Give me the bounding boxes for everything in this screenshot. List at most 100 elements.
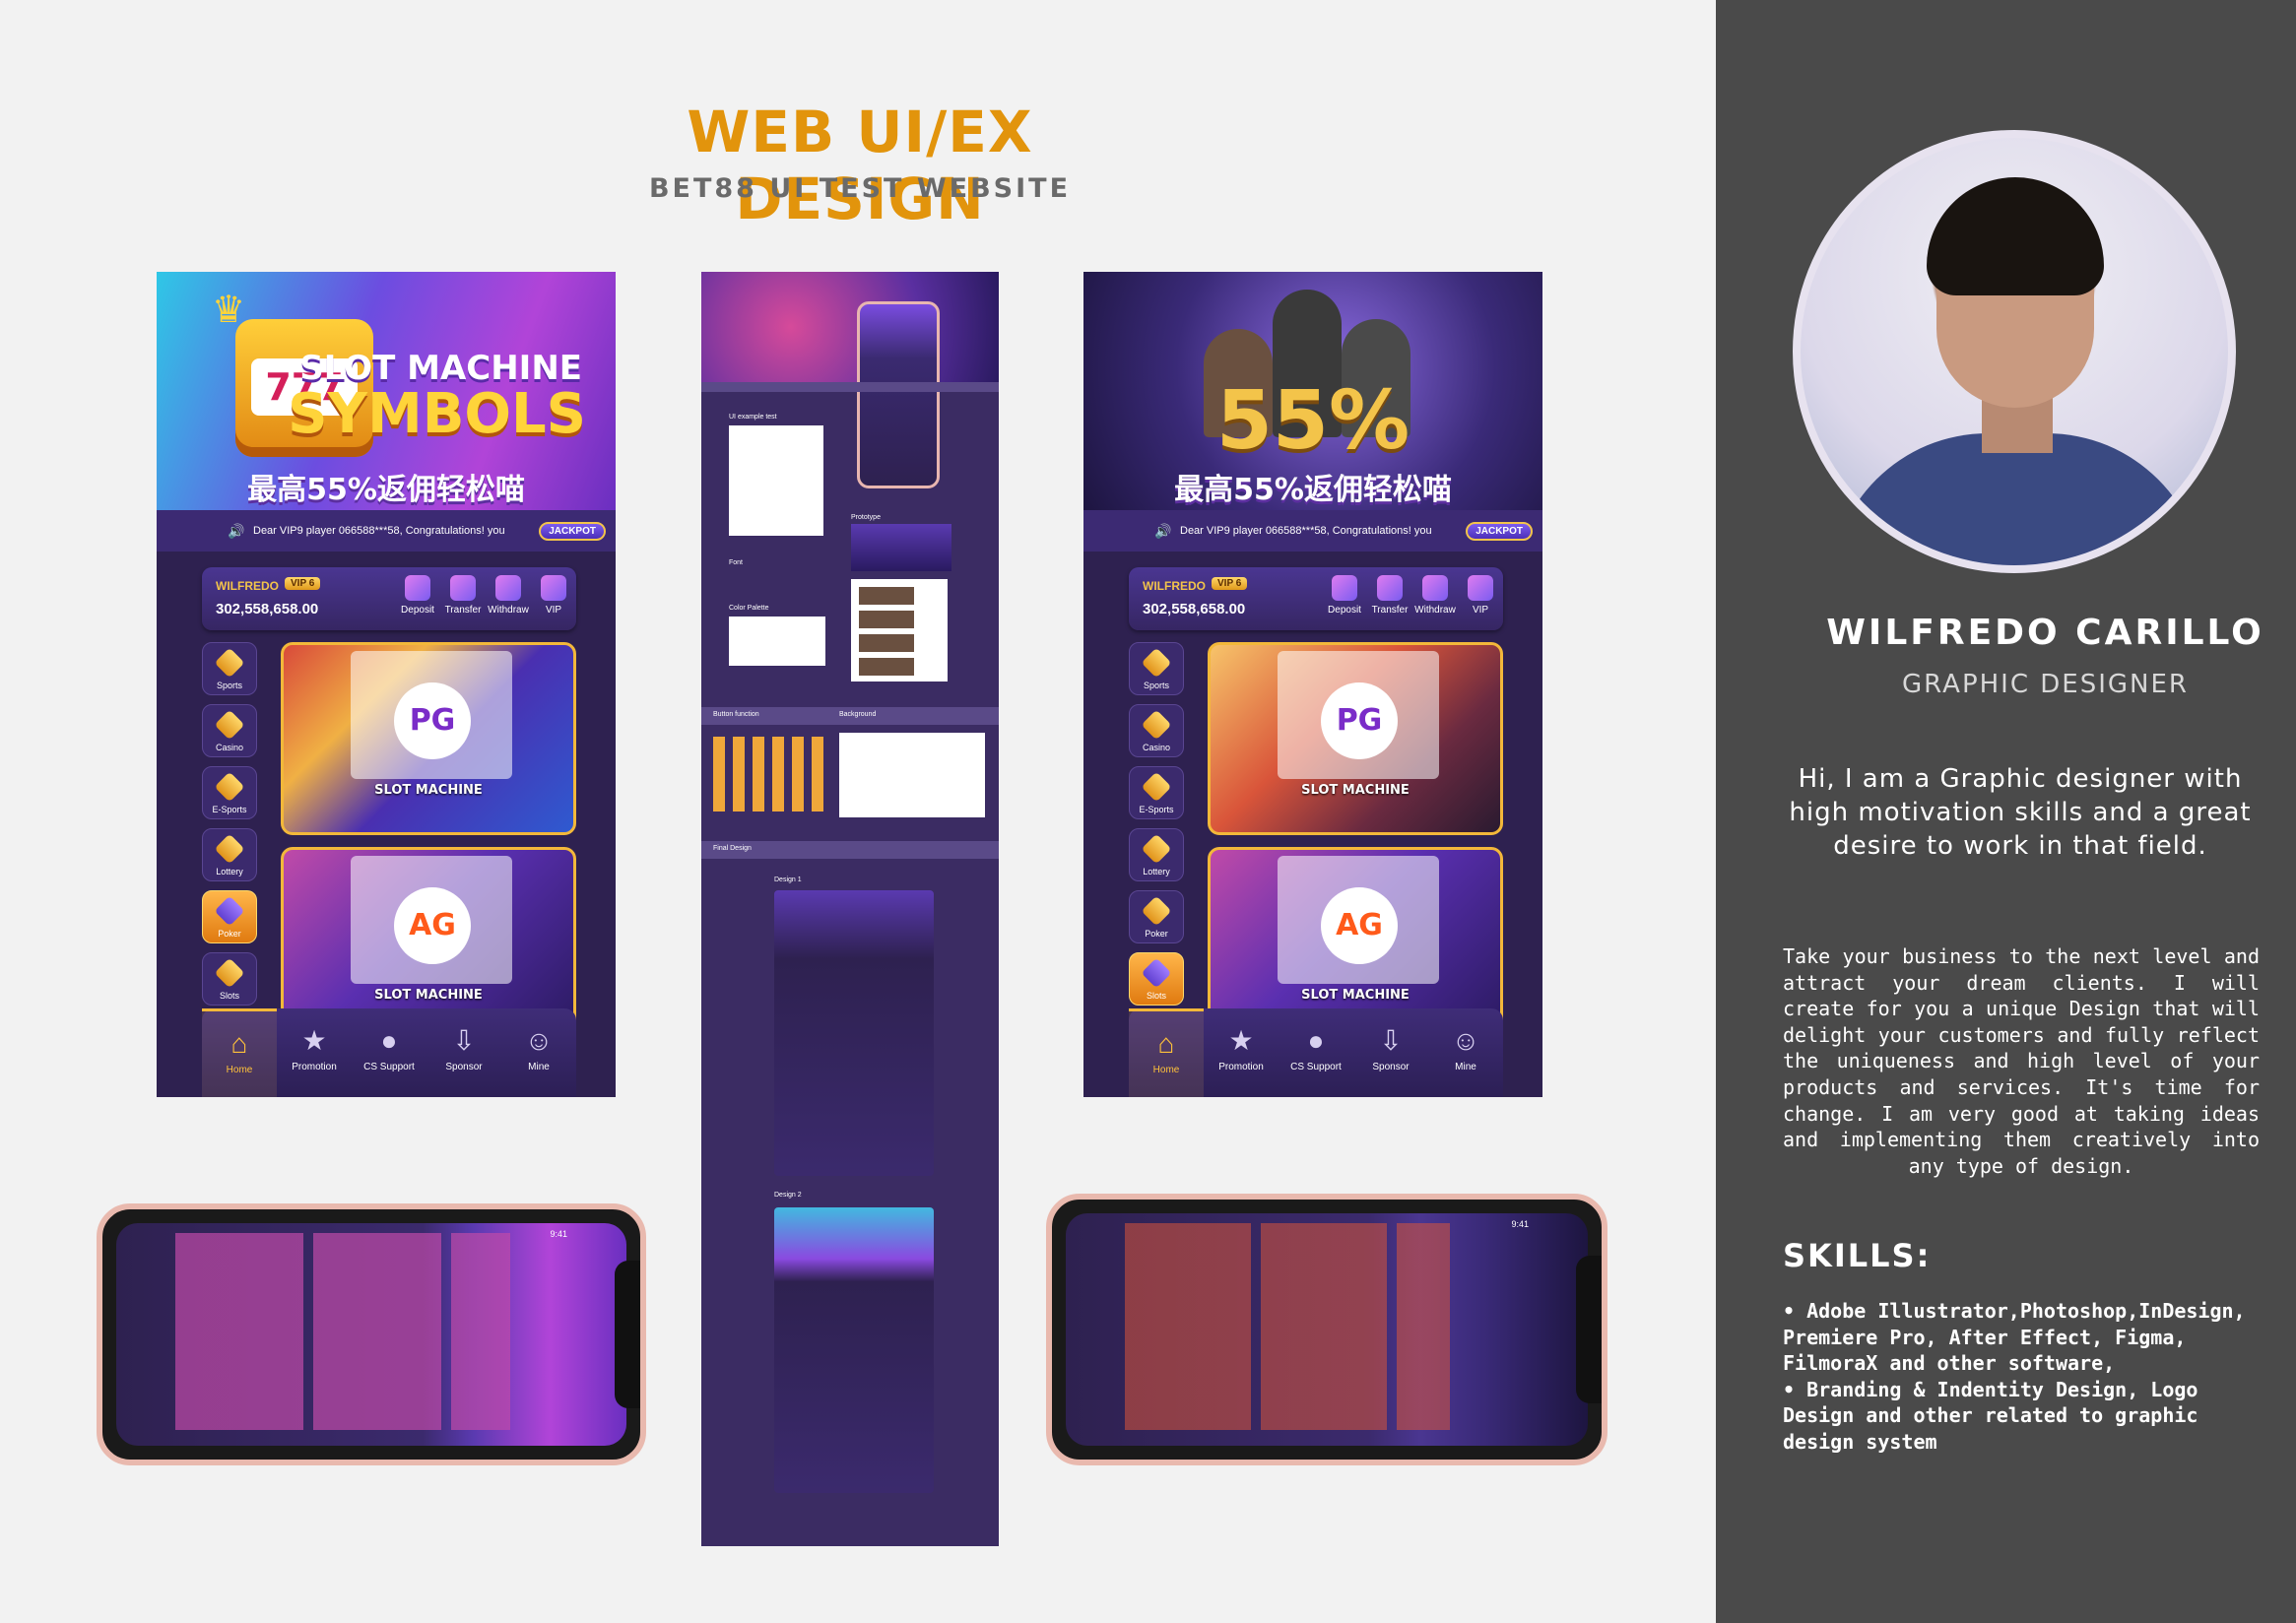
vip-icon <box>541 575 566 601</box>
background-swatch <box>839 733 985 817</box>
color-palette-swatch <box>729 617 825 666</box>
poker-icon <box>1141 895 1172 927</box>
transfer-button[interactable]: Transfer <box>440 567 486 630</box>
design-2-preview[interactable] <box>774 1207 934 1493</box>
final-design-label: Final Design <box>713 845 752 852</box>
design-1-label: Design 1 <box>774 876 802 883</box>
skills-list: • Adobe Illustrator,Photoshop,InDesign, … <box>1783 1298 2260 1456</box>
account-balance: 302,558,658.00 <box>1143 601 1246 617</box>
withdraw-icon <box>495 575 521 601</box>
star-icon: ★ <box>1228 1025 1254 1056</box>
tab-home[interactable]: ⌂ Home <box>202 1008 277 1097</box>
tab-mine[interactable]: ☺ Mine <box>501 1008 576 1097</box>
withdraw-icon <box>1422 575 1448 601</box>
lottery-icon <box>214 833 245 865</box>
pg-logo: PG <box>1321 682 1398 759</box>
game-card-label: SLOT MACHINE <box>1301 783 1410 798</box>
vip-button[interactable]: VIP <box>531 567 576 630</box>
pg-logo: PG <box>394 682 471 759</box>
slots-icon <box>1141 957 1172 989</box>
promo-banner[interactable]: 55% 最高55%返佣轻松喵 <box>1083 272 1542 510</box>
category-poker[interactable]: Poker <box>202 890 257 943</box>
poker-icon <box>214 895 245 927</box>
category-slots[interactable]: Slots <box>202 952 257 1006</box>
withdraw-button[interactable]: Withdraw <box>486 567 531 630</box>
strip-hero-image <box>701 272 999 382</box>
category-casino[interactable]: Casino <box>1129 704 1184 757</box>
banner-promo-text: 最高55%返佣轻松喵 <box>1174 473 1452 507</box>
about-text: Take your business to the next level and… <box>1783 944 2260 1178</box>
mobile-mockup-design-1: 55% 最高55%返佣轻松喵 🔊 Dear VIP9 player 066588… <box>1083 272 1542 1097</box>
prototype-label: Prototype <box>851 514 881 521</box>
game-card-label: SLOT MACHINE <box>374 783 483 798</box>
jackpot-button[interactable]: JACKPOT <box>1466 521 1533 541</box>
promo-banner[interactable]: ♛ 777 SLOT MACHINE SYMBOLS 最高55%返佣轻松喵 <box>157 272 616 510</box>
tab-mine[interactable]: ☺ Mine <box>1428 1008 1503 1097</box>
account-summary: WILFREDO VIP 6 302,558,658.00 Deposit Tr… <box>1129 567 1503 630</box>
tab-home[interactable]: ⌂ Home <box>1129 1008 1204 1097</box>
category-sports[interactable]: Sports <box>1129 642 1184 695</box>
game-card-pg[interactable]: PG SLOT MACHINE <box>281 642 576 835</box>
tab-cs-support[interactable]: ● CS Support <box>352 1008 426 1097</box>
user-name: WILFREDO <box>1143 579 1206 593</box>
tab-cs-support[interactable]: ● CS Support <box>1279 1008 1353 1097</box>
bottom-tab-bar: ⌂ Home ★ Promotion ● CS Support ⇩ Sponsor ☺ M… <box>202 1008 576 1097</box>
ui-example-label: UI example test <box>729 414 777 421</box>
transfer-icon <box>1377 575 1403 601</box>
withdraw-button[interactable]: Withdraw <box>1412 567 1458 630</box>
deposit-icon <box>405 575 430 601</box>
phone-notch <box>615 1261 640 1408</box>
landscape-screen: 9:41 <box>1066 1213 1588 1446</box>
category-casino[interactable]: Casino <box>202 704 257 757</box>
mobile-mockup-design-2: ♛ 777 SLOT MACHINE SYMBOLS 最高55%返佣轻松喵 🔊 … <box>157 272 616 1097</box>
deposit-button[interactable]: Deposit <box>395 567 440 630</box>
banner-promo-text: 最高55%返佣轻松喵 <box>247 473 525 507</box>
category-esports[interactable]: E-Sports <box>202 766 257 819</box>
skills-heading: SKILLS: <box>1783 1237 1932 1274</box>
vip-icon <box>1468 575 1493 601</box>
jackpot-button[interactable]: JACKPOT <box>539 521 606 541</box>
category-lottery[interactable]: Lottery <box>202 828 257 881</box>
banner-title-line2: SYMBOLS <box>288 382 586 446</box>
phone-notch <box>1576 1256 1602 1403</box>
home-icon: ⌂ <box>230 1028 248 1059</box>
esports-icon <box>1141 771 1172 803</box>
tab-sponsor[interactable]: ⇩ Sponsor <box>426 1008 501 1097</box>
deposit-button[interactable]: Deposit <box>1322 567 1367 630</box>
vip-button[interactable]: VIP <box>1458 567 1503 630</box>
smile-icon: ☺ <box>524 1025 554 1056</box>
button-icon-set <box>713 737 829 812</box>
casino-icon <box>1141 709 1172 741</box>
game-card-pg[interactable]: PG SLOT MACHINE <box>1208 642 1503 835</box>
tab-sponsor[interactable]: ⇩ Sponsor <box>1353 1008 1428 1097</box>
design-2-label: Design 2 <box>774 1192 802 1199</box>
sports-icon <box>214 647 245 679</box>
font-label: Font <box>729 559 744 566</box>
vip-badge: VIP 6 <box>1212 577 1248 590</box>
category-slots[interactable]: Slots <box>1129 952 1184 1006</box>
casino-icon <box>214 709 245 741</box>
mini-phone-preview <box>857 301 940 488</box>
ag-logo: AG <box>394 887 471 964</box>
portfolio-subtitle: BET88 UI TEST WEBSITE <box>648 173 1072 204</box>
prototype-thumb <box>851 524 951 571</box>
deposit-icon <box>1332 575 1357 601</box>
design-1-preview[interactable] <box>774 890 934 1176</box>
smile-icon: ☺ <box>1451 1025 1480 1056</box>
landscape-screen: 9:41 <box>116 1223 626 1446</box>
design-process-strip: UI example test Prototype Font Color Pal… <box>701 272 999 1546</box>
category-lottery[interactable]: Lottery <box>1129 828 1184 881</box>
category-esports[interactable]: E-Sports <box>1129 766 1184 819</box>
ticker-text: Dear VIP9 player 066588***58, Congratula… <box>253 525 505 537</box>
banner-percent: 55% <box>1215 374 1410 468</box>
vip-badge: VIP 6 <box>285 577 321 590</box>
category-sports[interactable]: Sports <box>202 642 257 695</box>
transfer-button[interactable]: Transfer <box>1367 567 1412 630</box>
user-name: WILFREDO <box>216 579 279 593</box>
ticker-text: Dear VIP9 player 066588***58, Congratula… <box>1180 525 1432 537</box>
tab-promotion[interactable]: ★ Promotion <box>277 1008 352 1097</box>
tab-promotion[interactable]: ★ Promotion <box>1204 1008 1279 1097</box>
film-strip-thumb <box>851 579 948 682</box>
category-poker[interactable]: Poker <box>1129 890 1184 943</box>
landscape-phone-design-2: 9:41 <box>97 1203 646 1465</box>
